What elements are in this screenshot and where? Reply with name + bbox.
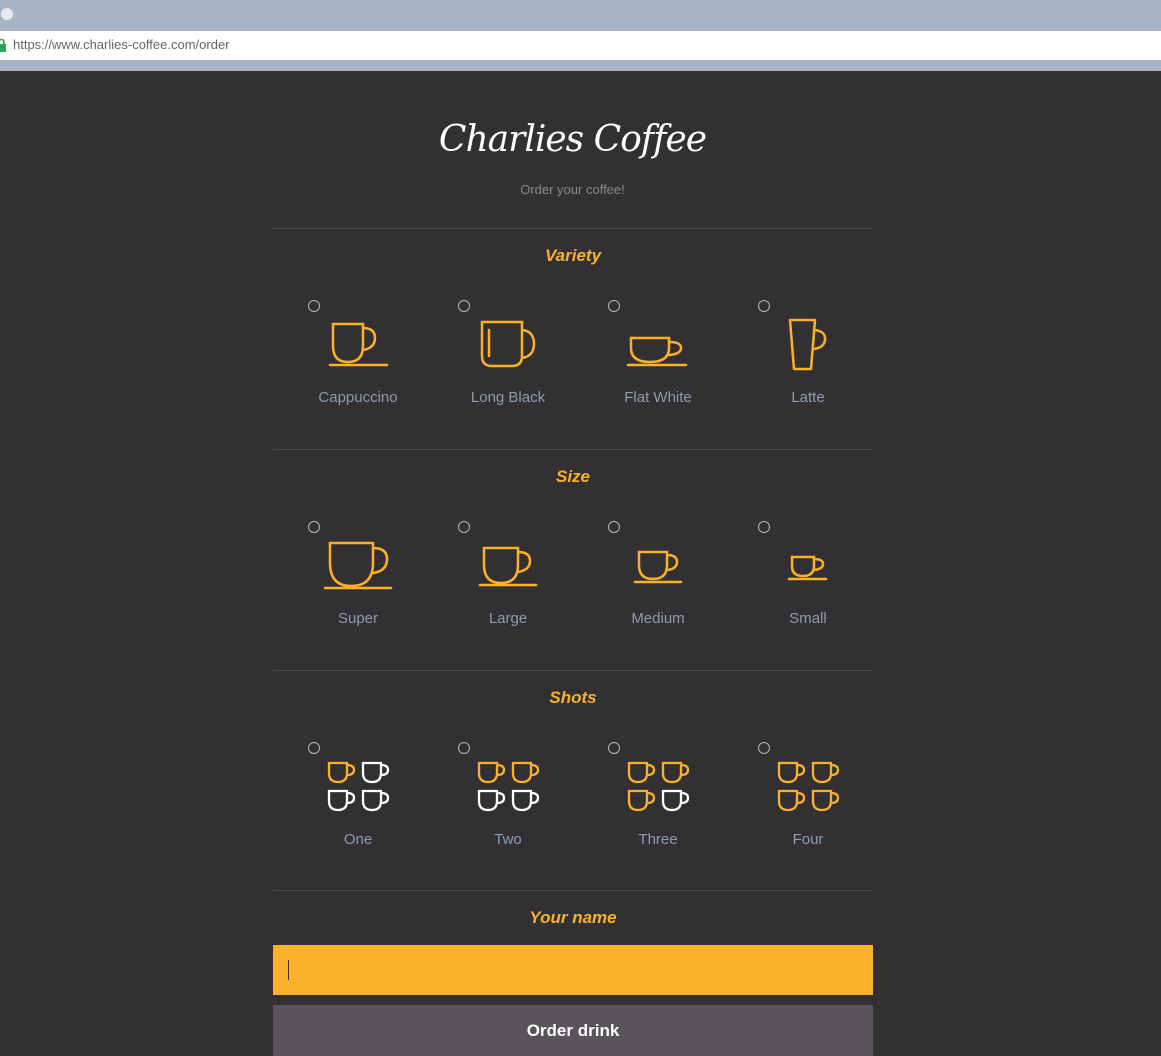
- option-flat-white[interactable]: Flat White: [583, 300, 733, 420]
- option-long-black[interactable]: Long Black: [433, 300, 583, 420]
- section-title-size: Size: [555, 467, 591, 486]
- three-shots-icon: [627, 761, 690, 812]
- four-shots-icon: [777, 761, 840, 812]
- divider: [273, 449, 873, 450]
- cappuccino-cup-icon: [328, 322, 389, 367]
- option-large[interactable]: Large: [433, 521, 583, 641]
- one-shot-icon: [327, 761, 390, 812]
- option-label: Four: [792, 831, 824, 848]
- browser-tab-strip: [0, 0, 1161, 31]
- option-label: Medium: [631, 610, 685, 627]
- address-bar[interactable]: https://www.charlies-coffee.com/order: [0, 31, 1161, 60]
- option-three-shots[interactable]: Three: [583, 742, 733, 862]
- two-shots-icon: [477, 761, 540, 812]
- option-small[interactable]: Small: [733, 521, 883, 641]
- order-page: Charlies Coffee Order your coffee! Varie…: [0, 71, 1161, 1056]
- browser-toolbar-edge: [0, 60, 1161, 71]
- option-super[interactable]: Super: [283, 521, 433, 641]
- large-cup-icon: [478, 546, 538, 587]
- option-label: Flat White: [624, 389, 692, 406]
- option-two-shots[interactable]: Two: [433, 742, 583, 862]
- flat-white-cup-icon: [626, 336, 688, 367]
- long-black-mug-icon: [480, 320, 536, 368]
- option-four-shots[interactable]: Four: [733, 742, 883, 862]
- logo: Charlies Coffee: [438, 119, 707, 160]
- small-cup-icon: [787, 555, 828, 581]
- section-title-shots: Shots: [549, 688, 597, 707]
- divider: [273, 890, 873, 891]
- medium-cup-icon: [633, 550, 683, 584]
- option-label: Two: [494, 831, 522, 848]
- option-label: One: [343, 831, 373, 848]
- option-one-shot[interactable]: One: [283, 742, 433, 862]
- option-latte[interactable]: Latte: [733, 300, 883, 420]
- option-label: Three: [638, 831, 678, 848]
- option-cappuccino[interactable]: Cappuccino: [283, 300, 433, 420]
- lock-icon: [0, 38, 6, 52]
- option-label: Long Black: [470, 389, 546, 406]
- divider: [273, 670, 873, 671]
- option-medium[interactable]: Medium: [583, 521, 733, 641]
- super-cup-icon: [323, 541, 393, 590]
- name-input[interactable]: [273, 945, 873, 995]
- option-label: Small: [789, 610, 827, 627]
- option-label: Super: [337, 610, 379, 627]
- tagline: Order your coffee!: [520, 182, 625, 197]
- text-cursor: [288, 960, 289, 980]
- option-label: Latte: [791, 389, 825, 406]
- latte-glass-icon: [788, 318, 827, 371]
- section-title-your-name: Your name: [529, 908, 617, 927]
- order-drink-button[interactable]: Order drink: [273, 1005, 873, 1056]
- url-text[interactable]: https://www.charlies-coffee.com/order: [13, 37, 230, 52]
- option-label: Cappuccino: [318, 389, 398, 406]
- divider: [273, 228, 873, 229]
- window-control-dot[interactable]: [1, 8, 13, 20]
- option-label: Large: [488, 610, 528, 627]
- section-title-variety: Variety: [544, 246, 602, 265]
